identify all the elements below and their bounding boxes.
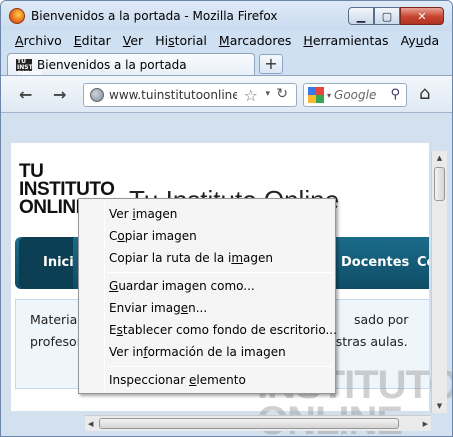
- horizontal-scrollbar[interactable]: ◀ ▶: [85, 415, 431, 431]
- globe-icon[interactable]: [90, 88, 104, 102]
- ctx-copiar-imagen[interactable]: Copiar imagen: [109, 229, 197, 243]
- reload-icon[interactable]: ↻: [276, 86, 288, 102]
- nav-inicio-link[interactable]: Inici: [43, 255, 74, 270]
- firefox-icon[interactable]: [9, 8, 25, 24]
- menu-herramientas[interactable]: Herramientas: [297, 31, 394, 51]
- context-menu: Ver imagen Copiar imagen Copiar la ruta …: [78, 198, 337, 394]
- maximize-icon: ▢: [381, 9, 393, 23]
- google-icon[interactable]: [308, 87, 324, 103]
- horizontal-scroll-thumb[interactable]: [99, 418, 399, 429]
- minimize-icon: ▁: [356, 9, 366, 23]
- ctx-separator: [107, 272, 333, 273]
- minimize-button[interactable]: ▁: [348, 7, 374, 25]
- menu-bar: Archivo Editar Ver Historial Marcadores …: [1, 31, 452, 51]
- vertical-scroll-thumb[interactable]: [434, 167, 445, 201]
- site-favicon-icon: TU INST ONLINE: [16, 57, 43, 77]
- ctx-separator: [107, 366, 333, 367]
- new-tab-button[interactable]: +: [259, 54, 283, 74]
- menu-ver[interactable]: Ver: [117, 31, 149, 51]
- scroll-up-icon[interactable]: ▲: [432, 151, 447, 165]
- url-bar[interactable]: www.tuinstitutoonline.c ☆ ▾ ↻: [83, 83, 297, 107]
- ctx-inspeccionar[interactable]: Inspeccionar elemento: [109, 373, 246, 387]
- intro-text-1b: sado por: [354, 312, 409, 327]
- search-bar[interactable]: ▾ Google ⚲: [303, 83, 407, 107]
- search-icon[interactable]: ⚲: [390, 87, 400, 102]
- window-title: Bienvenidos a la portada - Mozilla Firef…: [31, 9, 278, 23]
- maximize-button[interactable]: ▢: [374, 7, 400, 25]
- scroll-left-icon[interactable]: ◀: [88, 416, 93, 432]
- ctx-ver-informacion[interactable]: Ver información de la imagen: [109, 345, 286, 359]
- menu-marcadores[interactable]: Marcadores: [213, 31, 298, 51]
- ctx-copiar-ruta[interactable]: Copiar la ruta de la imagen: [109, 251, 273, 265]
- tab-bar: TU INST ONLINE Bienvenidos a la portada …: [1, 51, 452, 77]
- back-arrow-icon[interactable]: ←: [19, 85, 32, 104]
- url-text[interactable]: www.tuinstitutoonline.c: [109, 88, 237, 102]
- context-menu-gutter: [104, 201, 105, 391]
- scroll-right-icon[interactable]: ▶: [423, 416, 428, 432]
- menu-ayuda[interactable]: Ayuda: [395, 31, 446, 51]
- bookmark-star-icon[interactable]: ☆: [244, 86, 258, 105]
- intro-text-1a: Materia: [30, 312, 78, 327]
- ctx-guardar-imagen[interactable]: Guardar imagen como...: [109, 279, 255, 293]
- title-bar[interactable]: Bienvenidos a la portada - Mozilla Firef…: [1, 1, 452, 31]
- menu-editar[interactable]: Editar: [68, 31, 117, 51]
- ctx-ver-imagen[interactable]: Ver imagen: [109, 207, 177, 221]
- intro-text-2a: profesor: [30, 334, 82, 349]
- search-placeholder[interactable]: Google: [334, 88, 376, 102]
- ctx-enviar-imagen[interactable]: Enviar imagen...: [109, 301, 207, 315]
- forward-arrow-icon[interactable]: →: [53, 85, 66, 104]
- browser-window: Bienvenidos a la portada - Mozilla Firef…: [0, 0, 453, 437]
- navigation-toolbar: ← → www.tuinstitutoonline.c ☆ ▾ ↻ ▾ Goog…: [1, 75, 452, 113]
- url-dropdown-icon[interactable]: ▾: [265, 89, 270, 99]
- close-icon: ✕: [417, 9, 427, 23]
- menu-historial[interactable]: Historial: [149, 31, 213, 51]
- vertical-scrollbar[interactable]: ▲ ▼: [431, 151, 447, 413]
- tab-portada[interactable]: TU INST ONLINE Bienvenidos a la portada: [7, 53, 255, 77]
- window-controls: ▁ ▢ ✕: [348, 7, 444, 25]
- menu-archivo[interactable]: Archivo: [9, 31, 68, 51]
- home-icon[interactable]: ⌂: [419, 83, 430, 104]
- search-engine-dropdown-icon[interactable]: ▾: [327, 91, 331, 100]
- tab-label: Bienvenidos a la portada: [37, 57, 187, 72]
- close-button[interactable]: ✕: [400, 7, 444, 25]
- nav-ce-link[interactable]: Ce: [417, 255, 429, 270]
- nav-docentes-link[interactable]: Docentes: [341, 255, 409, 270]
- ctx-establecer-fondo[interactable]: Establecer como fondo de escritorio...: [109, 323, 337, 337]
- scroll-down-icon[interactable]: ▼: [432, 399, 447, 413]
